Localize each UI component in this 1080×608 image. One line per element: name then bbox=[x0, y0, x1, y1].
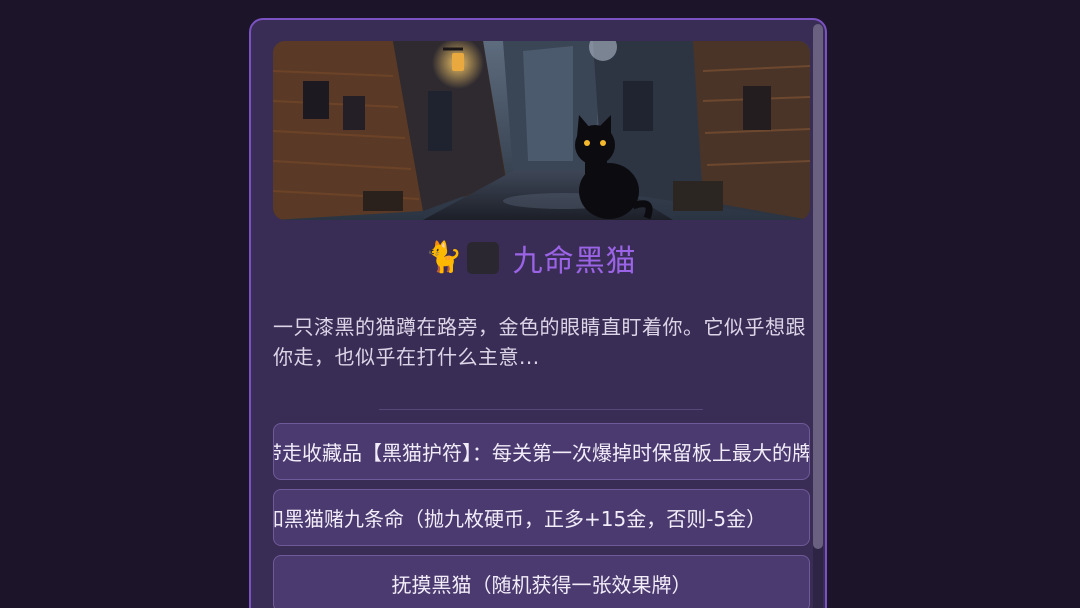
scrollbar[interactable] bbox=[813, 24, 823, 608]
divider bbox=[379, 409, 703, 410]
scrollbar-thumb[interactable] bbox=[813, 24, 823, 549]
event-title: 🐈 九命黑猫 bbox=[251, 238, 811, 279]
cat-icon: 🐈 bbox=[425, 240, 463, 275]
choice-label: 带走收藏品【黑猫护符】：每关第一次爆掉时保留板上最大的牌 bbox=[273, 441, 810, 465]
choice-button-pet-cat[interactable]: 抚摸黑猫（随机获得一张效果牌） bbox=[273, 555, 810, 608]
event-description: 一只漆黑的猫蹲在路旁，金色的眼睛直盯着你。它似乎想跟你走，也似乎在打什么主意..… bbox=[273, 315, 806, 369]
choice-button-gamble[interactable]: 和黑猫赌九条命（抛九枚硬币，正多+15金，否则-5金） bbox=[273, 489, 810, 546]
choice-label: 和黑猫赌九条命（抛九枚硬币，正多+15金，否则-5金） bbox=[273, 507, 767, 531]
black-square-icon bbox=[466, 242, 499, 274]
event-illustration bbox=[273, 41, 810, 220]
choice-button-take-amulet[interactable]: 带走收藏品【黑猫护符】：每关第一次爆掉时保留板上最大的牌 bbox=[273, 423, 810, 480]
game-screen: 🐈 九命黑猫 一只漆黑的猫蹲在路旁，金色的眼睛直盯着你。它似乎想跟你走，也似乎在… bbox=[0, 0, 1080, 608]
event-dialog: 🐈 九命黑猫 一只漆黑的猫蹲在路旁，金色的眼睛直盯着你。它似乎想跟你走，也似乎在… bbox=[249, 18, 827, 608]
choice-label: 抚摸黑猫（随机获得一张效果牌） bbox=[391, 573, 692, 597]
event-title-text: 九命黑猫 bbox=[512, 244, 637, 279]
